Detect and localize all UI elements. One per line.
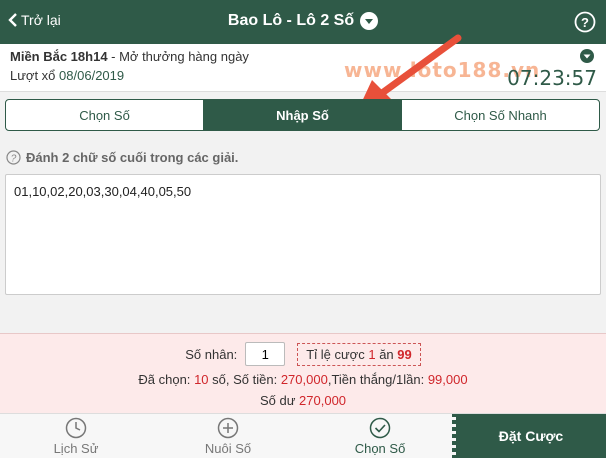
chevron-down-icon bbox=[360, 12, 379, 30]
multiplier-input[interactable] bbox=[245, 342, 286, 366]
region-schedule: - Mở thưởng hàng ngày bbox=[107, 49, 249, 64]
win-label: ,Tiền thắng/1lần: bbox=[327, 372, 425, 387]
clock-icon bbox=[65, 417, 87, 438]
tab-chon-so-nhanh[interactable]: Chọn Số Nhanh bbox=[402, 100, 599, 130]
svg-text:?: ? bbox=[11, 154, 17, 165]
multiplier-label: Số nhân: bbox=[185, 346, 238, 362]
draw-info: Lượt xổ 08/06/2019 bbox=[10, 68, 124, 83]
nav-history-label: Lịch Sử bbox=[53, 440, 99, 456]
nav-chon-so-label: Chọn Số bbox=[354, 440, 406, 456]
draw-info-bar[interactable]: Miền Bắc 18h14 - Mở thưởng hàng ngày Lượ… bbox=[0, 44, 606, 92]
selection-summary: Đã chọn: 10 số, Số tiền: 270,000,Tiền th… bbox=[0, 372, 606, 387]
chosen-count: 10 bbox=[194, 372, 209, 387]
chosen-label: Đã chọn: bbox=[138, 372, 191, 387]
odds-stake: 1 bbox=[368, 346, 376, 362]
plus-circle-icon bbox=[217, 417, 239, 438]
odds-badge: Tỉ lệ cược 1 ăn 99 bbox=[297, 342, 421, 366]
bet-summary: Số nhân: Tỉ lệ cược 1 ăn 99 Đã chọn: 10 … bbox=[0, 333, 606, 413]
nav-nuoi-so[interactable]: Nuôi Số bbox=[152, 414, 304, 458]
hint-text: Đánh 2 chữ số cuối trong các giải. bbox=[26, 150, 239, 165]
nav-nuoi-so-label: Nuôi Số bbox=[204, 440, 252, 456]
top-bar: Trở lại Bao Lô - Lô 2 Số ? bbox=[0, 0, 606, 44]
nav-history[interactable]: Lịch Sử bbox=[0, 414, 152, 458]
numbers-input[interactable]: 01,10,02,20,03,30,04,40,05,50 bbox=[5, 174, 601, 295]
win-amount: 99,000 bbox=[427, 372, 468, 387]
countdown-timer: 07:23:57 bbox=[507, 66, 597, 90]
balance-value: 270,000 bbox=[299, 393, 347, 408]
region-name: Miền Bắc 18h14 bbox=[10, 49, 108, 64]
nav-chon-so[interactable]: Chọn Số bbox=[304, 414, 456, 458]
page-title: Bao Lô - Lô 2 Số bbox=[227, 12, 355, 29]
svg-text:?: ? bbox=[581, 15, 589, 30]
help-icon: ? bbox=[574, 11, 596, 33]
region-info: Miền Bắc 18h14 - Mở thưởng hàng ngày bbox=[10, 49, 249, 64]
balance-label: Số dư bbox=[259, 393, 296, 408]
check-circle-icon bbox=[369, 417, 391, 438]
tab-nhap-so[interactable]: Nhập Số bbox=[204, 100, 402, 130]
mode-tabs: Chọn Số Nhập Số Chọn Số Nhanh bbox=[5, 99, 600, 131]
draw-date: 08/06/2019 bbox=[59, 68, 125, 83]
tab-chon-so[interactable]: Chọn Số bbox=[6, 100, 204, 130]
balance-row: Số dư 270,000 bbox=[0, 393, 606, 408]
hint: ? Đánh 2 chữ số cuối trong các giải. bbox=[6, 150, 238, 165]
game-selector[interactable]: Bao Lô - Lô 2 Số bbox=[227, 12, 379, 30]
question-icon: ? bbox=[6, 150, 21, 165]
odds-payout: 99 bbox=[397, 346, 412, 362]
dropdown-icon[interactable] bbox=[580, 49, 594, 63]
place-bet-button[interactable]: Đặt Cược bbox=[452, 414, 606, 458]
bottom-nav: Lịch Sử Nuôi Số Chọn Số Đặt Cược bbox=[0, 413, 606, 458]
chosen-unit: số, Số tiền: bbox=[212, 372, 278, 387]
odds-mid: ăn bbox=[379, 346, 394, 362]
odds-prefix: Tỉ lệ cược bbox=[306, 346, 365, 362]
bet-amount: 270,000 bbox=[280, 372, 328, 387]
help-button[interactable]: ? bbox=[574, 11, 596, 36]
draw-label: Lượt xổ bbox=[10, 68, 56, 83]
